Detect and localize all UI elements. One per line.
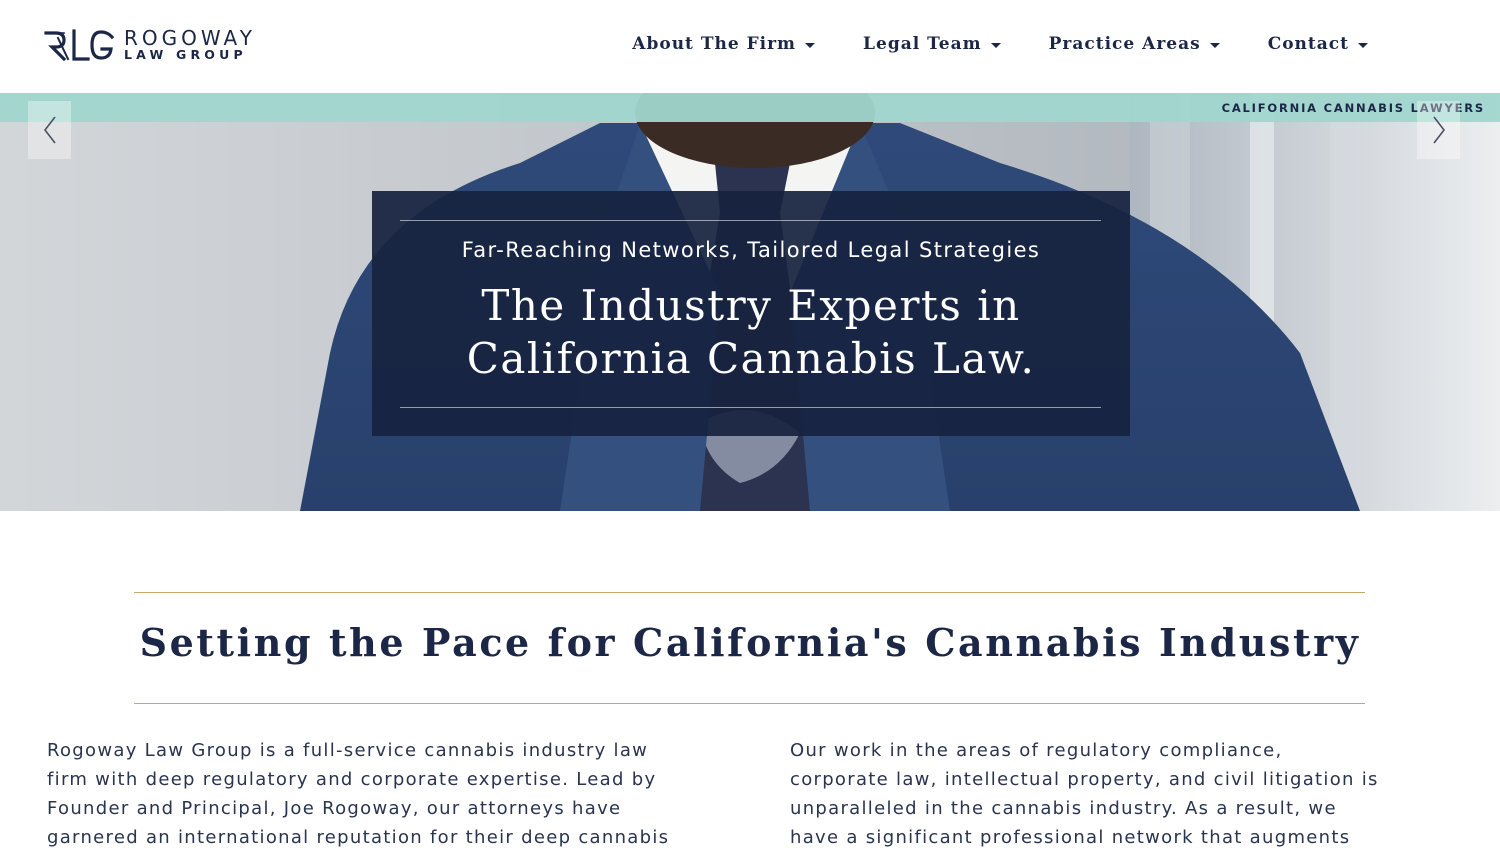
- intro-right-column: Our work in the areas of regulatory comp…: [790, 736, 1450, 852]
- hero-kicker: Far-Reaching Networks, Tailored Legal St…: [461, 238, 1041, 262]
- slider-next-button[interactable]: [1417, 101, 1460, 159]
- hero-divider: [400, 407, 1101, 408]
- nav-item-contact[interactable]: Contact: [1268, 34, 1368, 54]
- hero-ribbon: CALIFORNIA CANNABIS LAWYERS: [0, 93, 1500, 122]
- logo-wordmark: ROGOWAY LAW GROUP: [124, 28, 256, 62]
- section-divider: [134, 703, 1365, 704]
- rlg-logo-icon: [44, 29, 115, 61]
- nav-item-practice-areas[interactable]: Practice Areas: [1049, 34, 1220, 54]
- nav-label: About The Firm: [632, 34, 797, 54]
- paragraph-line: unparalleled in the cannabis industry. A…: [790, 798, 1337, 819]
- intro-left-column: Rogoway Law Group is a full-service cann…: [47, 736, 747, 852]
- chevron-right-icon: [1432, 116, 1445, 144]
- hero-divider: [400, 220, 1101, 221]
- site-header: ROGOWAY LAW GROUP About The Firm Legal T…: [0, 0, 1500, 93]
- logo-line1: ROGOWAY: [124, 26, 256, 51]
- main-nav: About The Firm Legal Team Practice Areas…: [584, 34, 1368, 54]
- nav-item-about[interactable]: About The Firm: [632, 34, 816, 54]
- paragraph-line: corporate law, intellectual property, an…: [790, 769, 1379, 790]
- paragraph-line: firm with deep regulatory and corporate …: [47, 769, 657, 790]
- site-logo[interactable]: ROGOWAY LAW GROUP: [44, 28, 256, 62]
- paragraph-line: garnered an international reputation for…: [47, 827, 670, 848]
- paragraph-line: Our work in the areas of regulatory comp…: [790, 740, 1283, 761]
- caret-down-icon: [1209, 42, 1220, 48]
- nav-label: Practice Areas: [1048, 34, 1201, 54]
- caret-down-icon: [990, 42, 1001, 48]
- hero-heading: The Industry Experts in California Canna…: [372, 279, 1130, 385]
- paragraph-line: have a significant professional network …: [790, 827, 1351, 848]
- paragraph-line: Founder and Principal, Joe Rogoway, our …: [47, 798, 622, 819]
- slider-prev-button[interactable]: [28, 101, 71, 159]
- caret-down-icon: [805, 42, 816, 48]
- hero-caption-box: Far-Reaching Networks, Tailored Legal St…: [372, 191, 1130, 436]
- nav-item-legal-team[interactable]: Legal Team: [863, 34, 1001, 54]
- section-divider: [134, 592, 1365, 593]
- hero-heading-line: California Cannabis Law.: [466, 334, 1036, 383]
- section-title: Setting the Pace for California's Cannab…: [139, 620, 1361, 665]
- hero-slider: CALIFORNIA CANNABIS LAWYERS Far-Reaching…: [0, 93, 1500, 511]
- logo-line2: LAW GROUP: [124, 47, 247, 63]
- nav-label: Contact: [1267, 34, 1349, 54]
- hero-heading-line: The Industry Experts in: [481, 281, 1021, 330]
- chevron-left-icon: [43, 116, 56, 144]
- caret-down-icon: [1358, 42, 1368, 48]
- paragraph-line: Rogoway Law Group is a full-service cann…: [47, 740, 649, 761]
- nav-label: Legal Team: [863, 34, 982, 54]
